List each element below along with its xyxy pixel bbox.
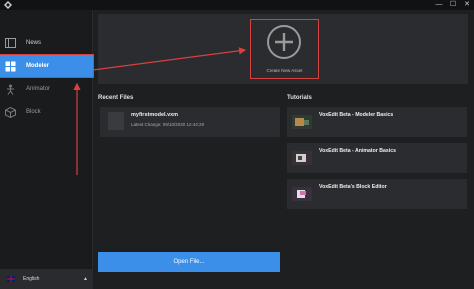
minimize-button[interactable]: — (432, 0, 446, 10)
animator-icon (4, 83, 16, 95)
close-button[interactable]: ✕ (460, 0, 474, 10)
news-icon (4, 37, 16, 49)
voxedit-logo-icon (4, 1, 12, 9)
block-icon (4, 106, 16, 118)
sidebar-item-modeler[interactable]: Modeler (0, 54, 94, 78)
language-selector[interactable]: English ▲ (0, 269, 93, 289)
recent-file-date: Latest Change: 09/10/2020 12:44:29 (131, 122, 205, 127)
title-bar: — ☐ ✕ (0, 0, 474, 10)
tutorial-item[interactable]: VoxEdit Beta - Animator Basics (287, 143, 467, 173)
modeler-icon (4, 60, 16, 72)
sidebar-item-label: Animator (26, 86, 51, 92)
uk-flag-icon (7, 276, 15, 282)
sidebar-item-label: Modeler (26, 63, 50, 69)
create-new-asset-label: Create New Asset (266, 68, 303, 73)
recent-file-name: myfirstmodel.vxm (131, 112, 179, 118)
create-new-asset-button[interactable]: Create New Asset (250, 19, 319, 79)
recent-files-heading: Recent Files (98, 95, 134, 101)
sidebar-item-label: News (26, 40, 42, 46)
tutorial-thumbnail-icon (292, 187, 312, 201)
tutorial-title: VoxEdit Beta - Animator Basics (319, 148, 396, 154)
sidebar: News Modeler Animator Block English ▲ (0, 10, 94, 289)
tutorial-item[interactable]: VoxEdit Beta's Block Editor (287, 179, 467, 209)
tutorial-item[interactable]: VoxEdit Beta - Modeler Basics (287, 107, 467, 137)
sidebar-item-block[interactable]: Block (0, 101, 93, 123)
maximize-button[interactable]: ☐ (446, 0, 460, 10)
tutorial-thumbnail-icon (292, 115, 312, 129)
sidebar-item-animator[interactable]: Animator (0, 78, 93, 100)
tutorial-title: VoxEdit Beta - Modeler Basics (319, 112, 394, 118)
tutorial-title: VoxEdit Beta's Block Editor (319, 184, 387, 190)
open-file-button[interactable]: Open File... (98, 252, 280, 272)
tutorials-heading: Tutorials (287, 95, 312, 101)
recent-file-item[interactable]: myfirstmodel.vxm Latest Change: 09/10/20… (100, 107, 280, 137)
language-label: English (23, 276, 40, 282)
file-icon (108, 112, 124, 130)
sidebar-item-label: Block (26, 109, 41, 115)
sidebar-item-news[interactable]: News (0, 32, 93, 54)
tutorial-thumbnail-icon (292, 151, 312, 165)
plus-circle-icon (267, 25, 301, 59)
caret-up-icon: ▲ (83, 276, 88, 282)
